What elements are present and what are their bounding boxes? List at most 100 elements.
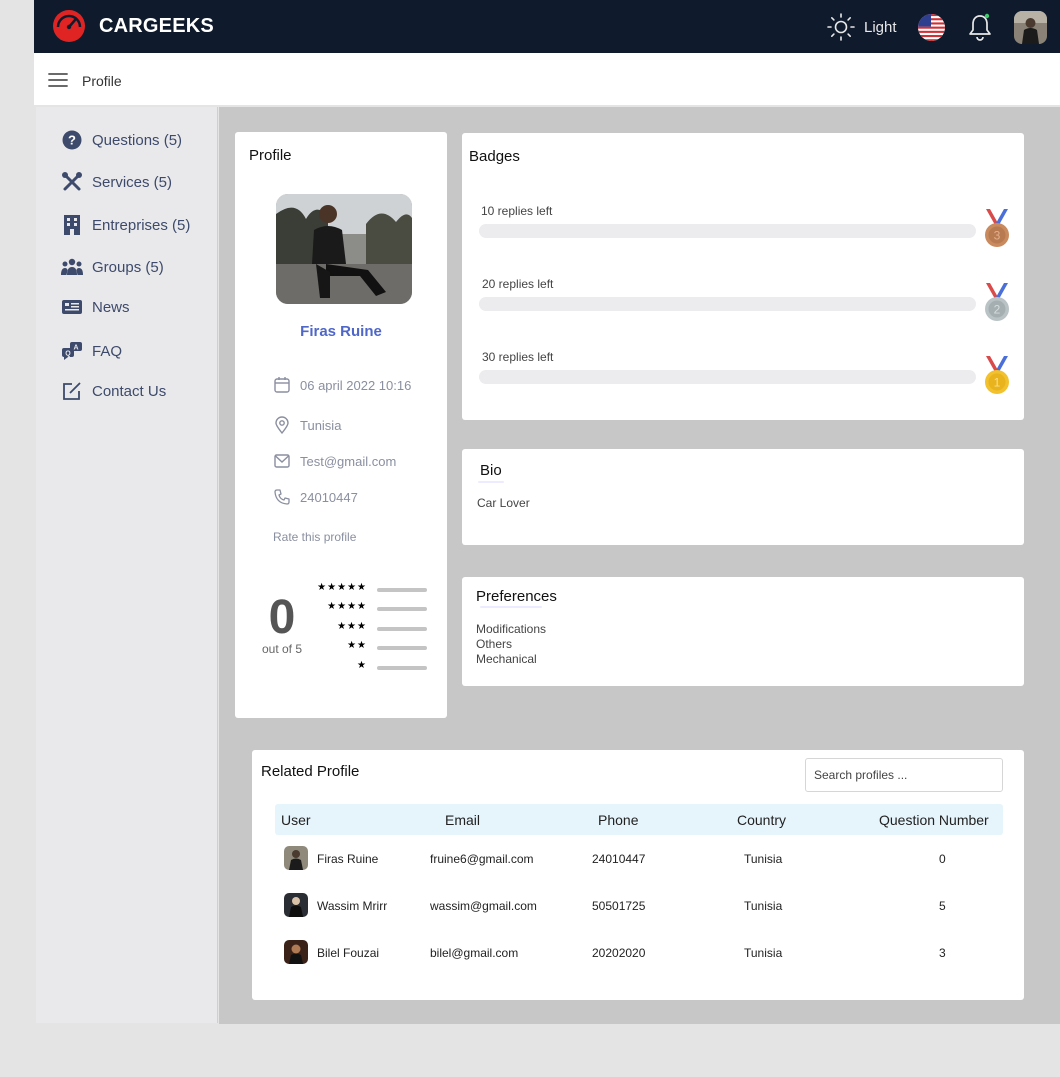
faq-chat-icon: AQ: [61, 340, 83, 362]
sidebar-item-entreprises[interactable]: Entreprises (5): [61, 213, 190, 237]
tools-icon: [61, 171, 83, 193]
notification-bell-icon[interactable]: [967, 12, 993, 42]
profile-phone-row: 24010447: [272, 486, 358, 508]
theme-label: Light: [864, 18, 897, 36]
profile-date-row: 06 april 2022 10:16: [272, 374, 411, 396]
bio-text: Car Lover: [477, 496, 530, 510]
sidebar: ? Questions (5) Services (5) Entreprises…: [36, 107, 218, 1023]
sidebar-item-questions[interactable]: ? Questions (5): [61, 128, 182, 152]
profile-name[interactable]: Firas Ruine: [235, 323, 447, 340]
preference-item: Modifications: [476, 622, 547, 636]
edit-square-icon: [61, 380, 83, 402]
stars-label: ★: [357, 660, 367, 671]
rating-bar: [377, 607, 427, 611]
column-header-country[interactable]: Country: [737, 812, 786, 828]
page-header: Profile: [34, 53, 1060, 106]
badge-label: 10 replies left: [481, 204, 553, 218]
preferences-card: Preferences Modifications Others Mechani…: [462, 577, 1024, 686]
profile-location: Tunisia: [300, 417, 342, 433]
row-avatar: [284, 940, 308, 964]
rating-row-3: ★★★: [305, 621, 427, 635]
preferences-card-title: Preferences: [476, 588, 557, 605]
stars-label: ★★: [347, 640, 367, 651]
profile-location-row: Tunisia: [272, 414, 341, 436]
newspaper-icon: [61, 296, 83, 318]
mail-icon: [272, 451, 292, 471]
sidebar-item-label: Services (5): [92, 173, 173, 191]
brand-name[interactable]: CARGEEKS: [99, 15, 214, 38]
sidebar-item-groups[interactable]: Groups (5): [61, 255, 164, 279]
cargeeks-logo-icon[interactable]: [53, 10, 85, 42]
page-title: Profile: [82, 73, 122, 89]
silver-medal-icon: 2: [985, 283, 1009, 321]
building-icon: [61, 214, 83, 236]
phone-icon: [272, 487, 292, 507]
cell-phone: 20202020: [592, 946, 646, 960]
cell-user[interactable]: Bilel Fouzai: [317, 946, 379, 960]
user-avatar[interactable]: [1014, 11, 1047, 44]
sidebar-item-label: Contact Us: [92, 382, 167, 400]
profile-email-row: Test@gmail.com: [272, 450, 396, 472]
sidebar-item-label: Entreprises (5): [92, 216, 191, 234]
table-row[interactable]: Firas Ruine fruine6@gmail.com 24010447 T…: [275, 844, 1003, 874]
title-underline: [480, 606, 542, 608]
row-avatar: [284, 893, 308, 917]
cell-question-number: 0: [939, 852, 946, 866]
cell-country: Tunisia: [744, 852, 783, 866]
profile-card-title: Profile: [249, 147, 292, 164]
column-header-phone[interactable]: Phone: [598, 812, 638, 828]
badge-label: 30 replies left: [482, 350, 554, 364]
rating-row-4: ★★★★: [305, 601, 427, 615]
column-header-user[interactable]: User: [281, 812, 311, 828]
column-header-question-number[interactable]: Question Number: [879, 812, 989, 828]
sidebar-item-faq[interactable]: AQ FAQ: [61, 339, 122, 363]
bio-card: Bio Car Lover: [462, 449, 1024, 545]
table-row[interactable]: Bilel Fouzai bilel@gmail.com 20202020 Tu…: [275, 938, 1003, 968]
svg-text:?: ?: [68, 133, 76, 148]
cell-user[interactable]: Wassim Mrirr: [317, 899, 387, 913]
title-underline: [478, 481, 504, 483]
profile-phone: 24010447: [300, 489, 358, 505]
cell-question-number: 3: [939, 946, 946, 960]
related-profiles-card: Related Profile User Email Phone Country…: [252, 750, 1024, 1000]
profile-card: Profile Firas Ruine 06 april 2022 10:16 …: [235, 132, 447, 718]
cell-question-number: 5: [939, 899, 946, 913]
badges-card-title: Badges: [469, 148, 520, 165]
search-profiles-input[interactable]: [805, 758, 1003, 792]
cell-country: Tunisia: [744, 899, 783, 913]
theme-toggle[interactable]: Light: [826, 12, 897, 42]
rating-row-1: ★: [305, 660, 427, 674]
column-header-email[interactable]: Email: [445, 812, 480, 828]
cell-email: wassim@gmail.com: [430, 899, 537, 913]
group-icon: [61, 256, 83, 278]
badge-progress-bar: [479, 370, 976, 384]
cell-user[interactable]: Firas Ruine: [317, 852, 378, 866]
calendar-icon: [272, 375, 292, 395]
sidebar-item-services[interactable]: Services (5): [61, 170, 172, 194]
sidebar-item-label: News: [92, 298, 130, 316]
svg-text:A: A: [73, 345, 78, 352]
stars-label: ★★★★★: [317, 582, 367, 593]
table-row[interactable]: Wassim Mrirr wassim@gmail.com 50501725 T…: [275, 891, 1003, 921]
gold-medal-icon: 1: [985, 356, 1009, 394]
profile-photo: [276, 194, 412, 304]
location-pin-icon: [272, 415, 292, 435]
sidebar-item-contact-us[interactable]: Contact Us: [61, 379, 166, 403]
rating-bar: [377, 588, 427, 592]
us-flag-icon[interactable]: [918, 14, 945, 41]
svg-text:1: 1: [994, 376, 1001, 390]
row-avatar: [284, 846, 308, 870]
sidebar-item-label: Questions (5): [92, 131, 183, 149]
bio-card-title: Bio: [480, 462, 502, 479]
hamburger-menu-icon[interactable]: [48, 72, 68, 88]
table-header: User Email Phone Country Question Number: [275, 804, 1003, 835]
cell-phone: 50501725: [592, 899, 646, 913]
sidebar-item-news[interactable]: News: [61, 295, 130, 319]
badges-card: Badges 10 replies left 3 20 replies left…: [462, 133, 1024, 420]
svg-text:3: 3: [994, 229, 1001, 243]
badge-label: 20 replies left: [482, 277, 554, 291]
rating-bar: [377, 666, 427, 670]
rate-profile-link[interactable]: Rate this profile: [273, 530, 356, 544]
svg-text:Q: Q: [65, 351, 71, 358]
sidebar-item-label: FAQ: [92, 342, 123, 360]
